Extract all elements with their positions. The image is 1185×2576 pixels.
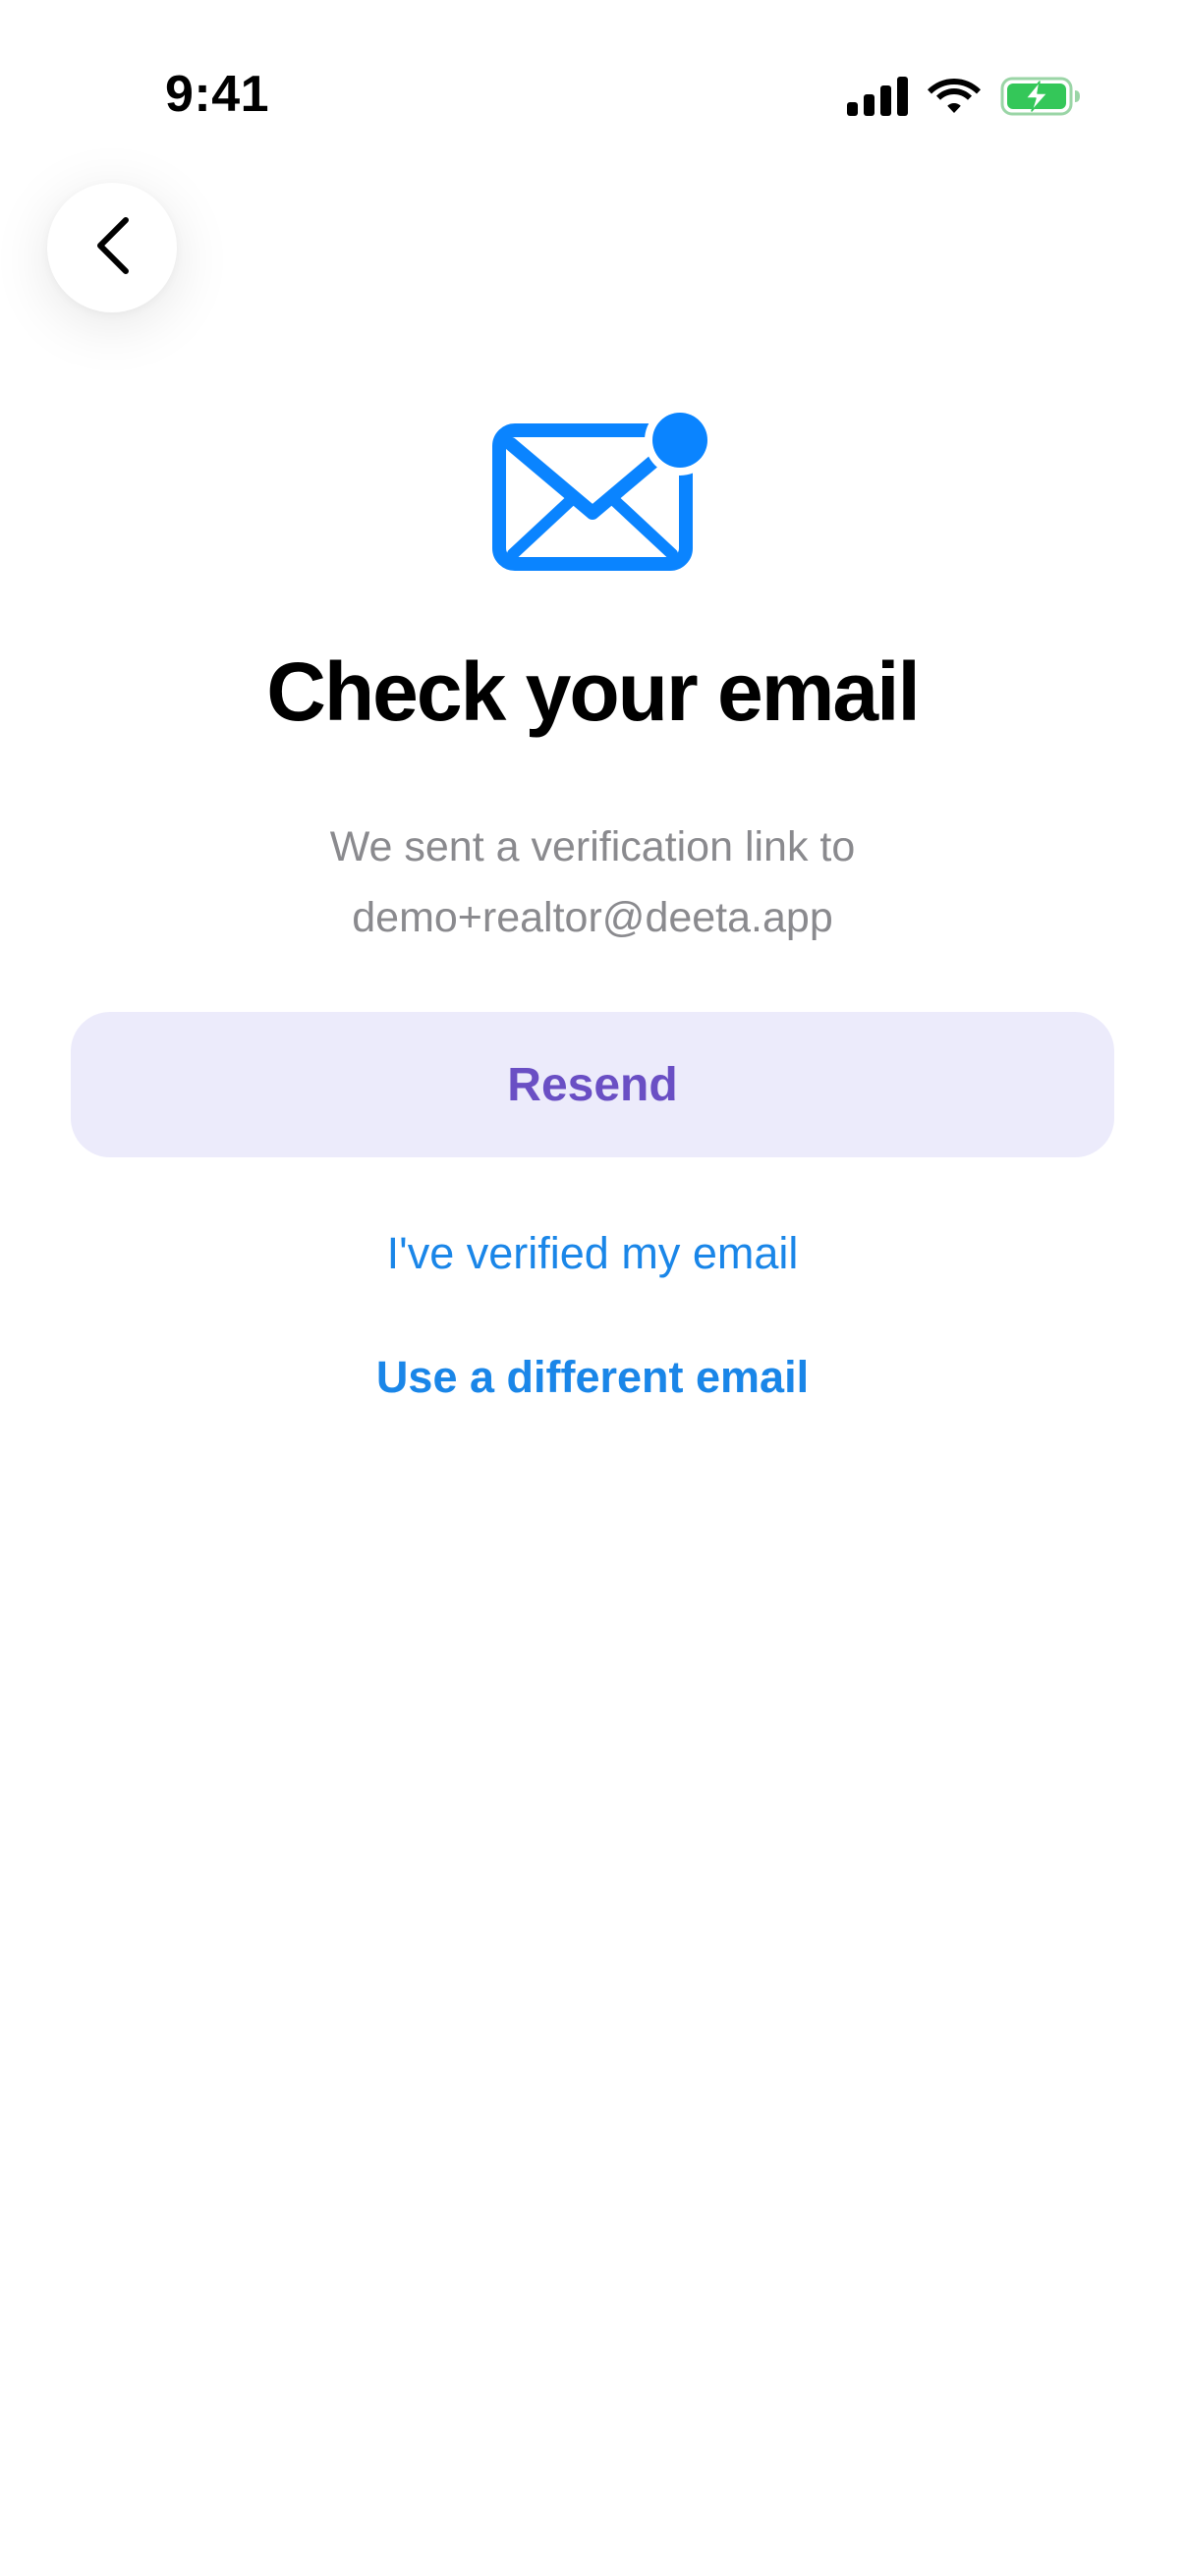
page-title: Check your email [266, 645, 921, 738]
different-email-link[interactable]: Use a different email [0, 1352, 1185, 1403]
status-time: 9:41 [165, 66, 270, 123]
mail-notification-icon [491, 405, 717, 574]
verification-message: We sent a verification link to demo+real… [0, 812, 1185, 953]
email-address: demo+realtor@deeta.app [352, 894, 833, 941]
battery-charging-icon [1000, 77, 1081, 116]
status-bar: 9:41 [0, 0, 1185, 187]
status-icons [847, 77, 1081, 116]
chevron-left-icon [90, 216, 134, 280]
cellular-signal-icon [847, 77, 908, 116]
wifi-icon [928, 77, 981, 116]
back-button[interactable] [47, 183, 177, 312]
verification-message-text: We sent a verification link to [329, 823, 856, 870]
verified-email-link[interactable]: I've verified my email [0, 1228, 1185, 1279]
resend-button[interactable]: Resend [71, 1012, 1114, 1157]
